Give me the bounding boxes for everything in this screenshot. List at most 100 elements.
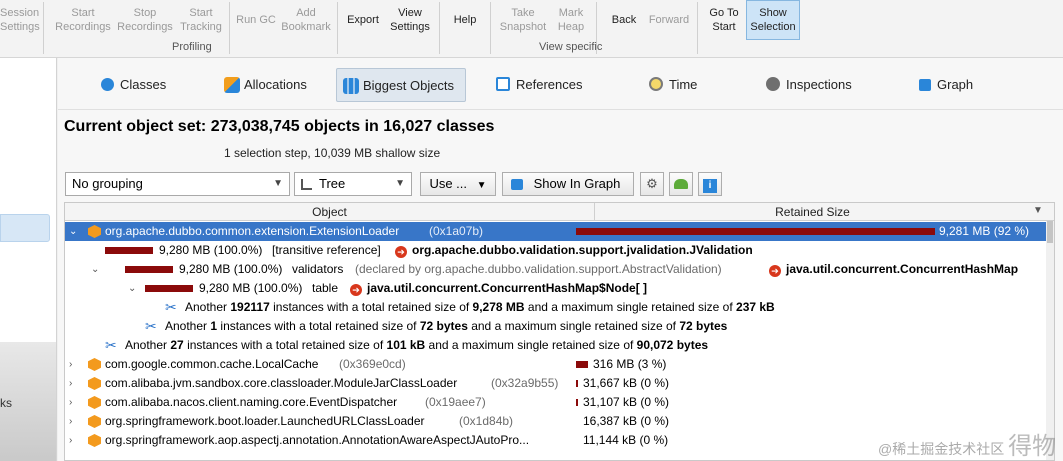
object-name: org.springframework.aop.aspectj.annotati… (105, 433, 530, 447)
view-settings-button[interactable]: View Settings (386, 6, 434, 46)
grouping-select[interactable]: No grouping ▼ (65, 172, 290, 196)
session-settings-button[interactable]: Session Settings (0, 6, 40, 46)
toolbar-separator (337, 2, 338, 54)
scissors-icon: ✂ (145, 318, 157, 334)
table-row[interactable]: 9,280 MB (100.0%) [transitive reference]… (65, 241, 1048, 260)
chevron-right-icon[interactable]: › (69, 393, 79, 412)
mark-heap-label: Mark Heap (557, 7, 585, 33)
retained-size-bar (576, 228, 935, 235)
help-label: Help (453, 14, 477, 26)
chevron-down-icon[interactable]: ⌄ (69, 222, 79, 241)
inspections-icon (766, 77, 780, 91)
tab-classes[interactable]: Classes (94, 68, 174, 102)
retained-size-bar (576, 380, 578, 387)
chevron-right-icon[interactable]: › (69, 374, 79, 393)
graph-icon (919, 79, 931, 91)
show-selection-button[interactable]: Show Selection (746, 0, 800, 40)
tab-biggest-objects-label: Biggest Objects (363, 78, 455, 93)
stop-recordings-button[interactable]: Stop Recordings (116, 6, 174, 46)
show-in-graph-button[interactable]: Show In Graph (502, 172, 634, 196)
settings-button[interactable]: ⚙ (640, 172, 664, 196)
class-icon (88, 225, 101, 238)
cut-summary: Another 192117 instances with a total re… (185, 300, 775, 314)
table-row[interactable]: ⌄ org.apache.dubbo.common.extension.Exte… (65, 222, 1048, 241)
object-column-header[interactable]: Object (65, 203, 595, 221)
controls-bar: No grouping ▼ Tree ▼ Use ... ▼ Show In G… (58, 172, 1063, 198)
chevron-right-icon[interactable]: › (69, 431, 79, 450)
table-row[interactable]: ⌄ 9,280 MB (100.0%) table ➔ java.util.con… (65, 279, 1048, 298)
chevron-down-icon[interactable]: ⌄ (91, 260, 101, 279)
take-snapshot-label: Take Snapshot (499, 7, 547, 33)
mark-heap-button[interactable]: Mark Heap (552, 6, 590, 46)
reference-field: table (312, 281, 339, 295)
chevron-down-icon: ▼ (273, 178, 283, 189)
dropdown-arrow-icon: ▼ (476, 180, 487, 191)
tab-graph[interactable]: Graph (911, 68, 991, 102)
toolbar-separator (229, 2, 230, 54)
reference-target: ➔ java.util.concurrent.ConcurrentHashMap (769, 260, 1018, 279)
view-mode-select[interactable]: Tree ▼ (294, 172, 412, 196)
forward-button[interactable]: Forward (646, 13, 692, 53)
back-button[interactable]: Back (604, 13, 644, 53)
retained-size-value: 31,667 kB (0 %) (583, 376, 670, 390)
table-row[interactable]: ✂ Another 192117 instances with a total … (65, 298, 1048, 317)
scrollbar-thumb[interactable] (1047, 221, 1053, 243)
reference-target-name: java.util.concurrent.ConcurrentHashMap (786, 262, 1019, 276)
toolbar-separator (697, 2, 698, 54)
table-row[interactable]: › com.google.common.cache.LocalCache (0x… (65, 355, 1048, 374)
go-to-start-button[interactable]: Go To Start (702, 6, 746, 46)
start-tracking-label: Start Tracking (180, 7, 222, 33)
tab-time-label: Time (669, 77, 698, 92)
tab-allocations-label: Allocations (244, 77, 307, 92)
object-name: com.google.common.cache.LocalCache (105, 357, 319, 371)
add-bookmark-label: Add Bookmark (281, 7, 331, 33)
retained-size-value: 316 MB (3 %) (593, 357, 667, 371)
export-button[interactable]: Export (342, 13, 384, 53)
view-tabs: Classes Allocations Biggest Objects Refe… (58, 58, 1063, 110)
tab-time[interactable]: Time (643, 68, 713, 102)
info-button[interactable]: i (698, 172, 722, 196)
allocations-icon (224, 77, 240, 93)
android-button[interactable] (669, 172, 693, 196)
table-row[interactable]: › com.alibaba.nacos.client.naming.core.E… (65, 393, 1048, 412)
sidebar-selected-item[interactable] (0, 214, 50, 242)
help-button[interactable]: Help (446, 13, 484, 53)
tab-biggest-objects[interactable]: Biggest Objects (336, 68, 466, 102)
table-row[interactable]: › com.alibaba.jvm.sandbox.core.classload… (65, 374, 1048, 393)
run-gc-button[interactable]: Run GC (234, 13, 278, 53)
add-bookmark-button[interactable]: Add Bookmark (280, 6, 332, 46)
start-recordings-button[interactable]: Start Recordings (52, 6, 114, 46)
use-button[interactable]: Use ... ▼ (420, 172, 496, 196)
start-tracking-button[interactable]: Start Tracking (176, 6, 226, 46)
retained-size-value: 9,281 MB (92 %) (939, 224, 1030, 238)
chevron-right-icon[interactable]: › (69, 412, 79, 431)
tab-allocations[interactable]: Allocations (218, 68, 318, 102)
tab-references[interactable]: References (490, 68, 590, 102)
table-row[interactable]: ✂ Another 27 instances with a total reta… (65, 336, 1048, 355)
retained-size-bar (576, 399, 578, 406)
retained-size-column-header[interactable]: Retained Size (596, 203, 1029, 221)
toolbar-separator (490, 2, 491, 54)
chevron-down-icon[interactable]: ⌄ (128, 279, 138, 298)
object-id: (0x369e0cd) (339, 357, 406, 371)
take-snapshot-button[interactable]: Take Snapshot (497, 6, 549, 46)
reference-target-name: java.util.concurrent.ConcurrentHashMap$N… (367, 281, 648, 295)
object-name: com.alibaba.jvm.sandbox.core.classloader… (105, 376, 458, 390)
view-settings-label: View Settings (390, 7, 430, 33)
tab-inspections-label: Inspections (786, 77, 852, 92)
reference-size: 9,280 MB (100.0%) (159, 243, 263, 257)
table-row[interactable]: ⌄ 9,280 MB (100.0%) validators (declared… (65, 260, 1048, 279)
retained-size-value: 31,107 kB (0 %) (583, 395, 670, 409)
scissors-icon: ✂ (105, 337, 117, 353)
object-name: org.apache.dubbo.common.extension.Extens… (105, 224, 400, 238)
vertical-scrollbar[interactable] (1046, 221, 1054, 460)
cut-summary: Another 1 instances with a total retaine… (165, 319, 728, 333)
table-row[interactable]: ✂ Another 1 instances with a total retai… (65, 317, 1048, 336)
show-selection-label: Show Selection (750, 7, 796, 33)
class-icon (88, 377, 101, 390)
object-name: org.springframework.boot.loader.Launched… (105, 414, 425, 428)
session-settings-label: Session Settings (0, 7, 40, 33)
tab-inspections[interactable]: Inspections (760, 68, 870, 102)
chevron-right-icon[interactable]: › (69, 355, 79, 374)
toolbar-separator (43, 2, 44, 54)
